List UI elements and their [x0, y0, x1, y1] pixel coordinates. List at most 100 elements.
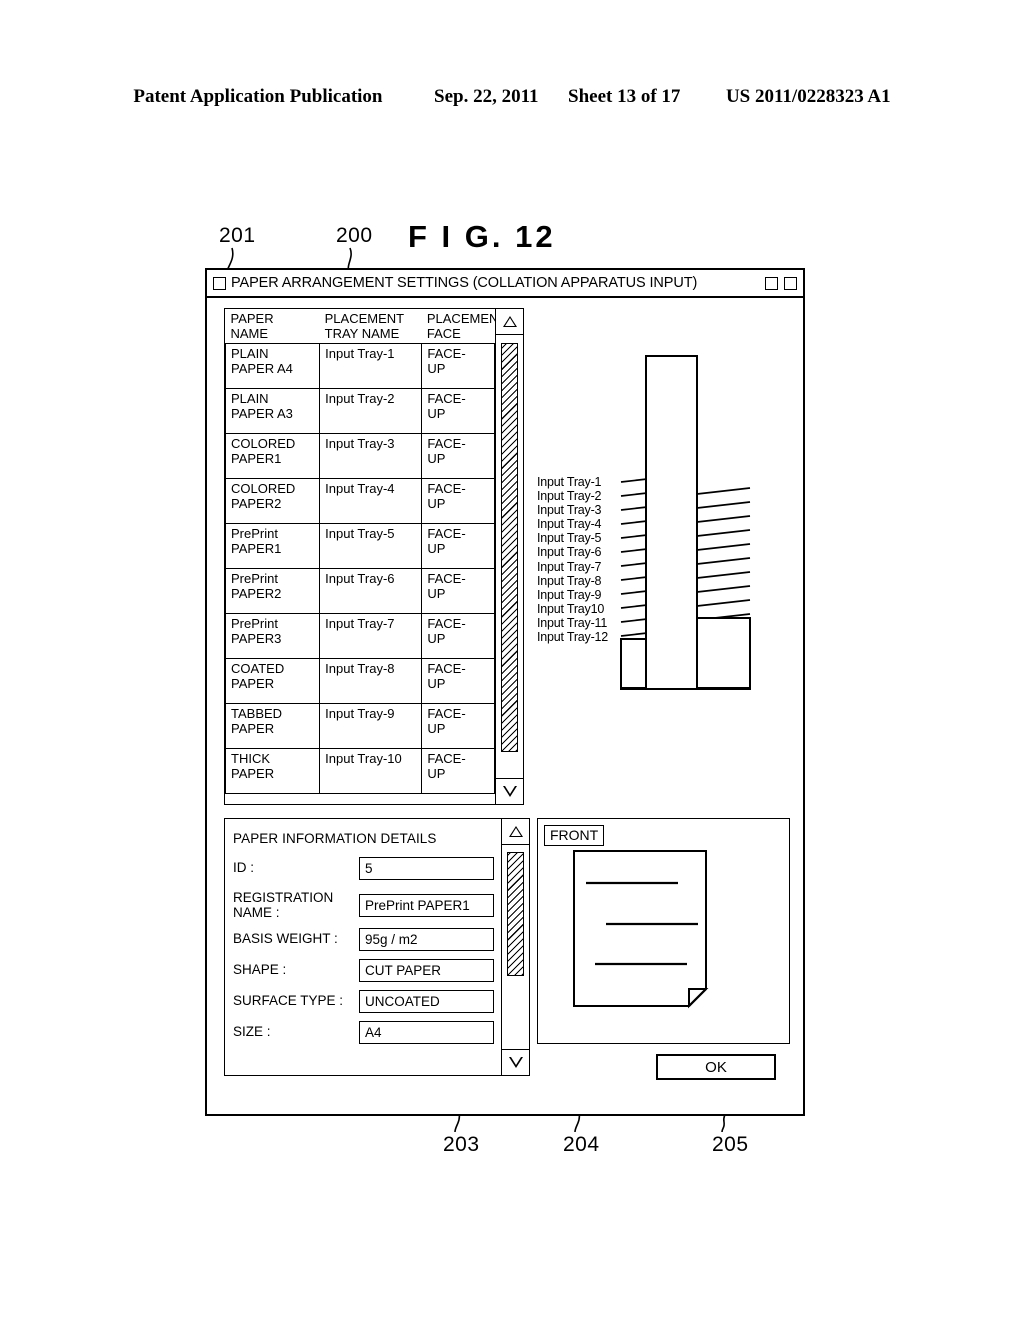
detail-field-row: SHAPE : CUT PAPER — [233, 958, 501, 983]
line-2: PAPER3 — [231, 631, 282, 647]
window-body: PAPER NAME PLACEMENT TRAY NAME PLACEMENT… — [207, 298, 803, 1114]
cell-placement-tray-name: Input Tray-7 — [319, 613, 423, 660]
column-header-placement-tray-name: PLACEMENT TRAY NAME — [320, 309, 422, 344]
table-row[interactable]: COATED PAPER Input Tray-8 FACE- UP — [225, 658, 495, 705]
window-controls — [765, 276, 797, 290]
table-row[interactable]: PrePrint PAPER2 Input Tray-6 FACE- UP — [225, 568, 495, 615]
ok-button[interactable]: OK — [656, 1054, 776, 1080]
line-2: UP — [427, 406, 446, 422]
cell-placement-face: FACE- UP — [421, 748, 495, 795]
tray-diagram: Input Tray-1 Input Tray-2 Input Tray-3 Inpu… — [537, 308, 790, 805]
line-2: PAPER — [231, 676, 275, 692]
column-header-placement-face: PLACEMENT FACE — [422, 309, 495, 344]
detail-field-label: REGISTRATION NAME : — [233, 890, 359, 920]
line-2: PAPER2 — [231, 586, 282, 602]
scroll-down-button[interactable] — [502, 1049, 529, 1075]
system-menu-icon[interactable] — [213, 276, 226, 290]
header-line-2: NAME — [230, 325, 269, 341]
detail-field-value[interactable]: A4 — [359, 1021, 494, 1044]
cell-placement-face: FACE- UP — [421, 658, 495, 705]
cell-paper-name: PrePrint PAPER2 — [225, 568, 321, 615]
cell-placement-tray-name: Input Tray-6 — [319, 568, 423, 615]
detail-field-value[interactable]: 95g / m2 — [359, 928, 494, 951]
cell-placement-face: FACE- UP — [421, 388, 495, 435]
line-1: FACE- — [427, 706, 466, 722]
cell-paper-name: THICK PAPER — [225, 748, 321, 795]
scroll-up-button[interactable] — [496, 309, 523, 335]
line-1: THICK — [231, 751, 270, 767]
line-1: FACE- — [427, 436, 466, 452]
cell-placement-tray-name: Input Tray-3 — [319, 433, 423, 480]
line-1: PLAIN — [231, 346, 269, 362]
details-title: PAPER INFORMATION DETAILS — [233, 831, 437, 846]
line-1: FACE- — [427, 346, 466, 362]
header-line-2: FACE — [426, 325, 461, 341]
table-row[interactable]: COLORED PAPER2 Input Tray-4 FACE- UP — [225, 478, 495, 525]
cell-placement-face: FACE- UP — [421, 343, 495, 390]
cell-placement-tray-name: Input Tray-1 — [319, 343, 423, 390]
minimize-icon[interactable] — [765, 276, 778, 290]
detail-field-value[interactable]: PrePrint PAPER1 — [359, 893, 494, 917]
paper-table-viewport: PAPER NAME PLACEMENT TRAY NAME PLACEMENT… — [225, 309, 496, 804]
line-1: PrePrint — [231, 571, 278, 587]
detail-field-value[interactable]: 5 — [359, 857, 494, 880]
window-titlebar: PAPER ARRANGEMENT SETTINGS (COLLATION AP… — [207, 270, 803, 298]
line-1: FACE- — [427, 571, 466, 587]
details-scrollbar[interactable] — [502, 819, 529, 1075]
cell-paper-name: PrePrint PAPER1 — [225, 523, 321, 570]
table-row[interactable]: PrePrint PAPER3 Input Tray-7 FACE- UP — [225, 613, 495, 660]
scrollbar-thumb[interactable] — [507, 852, 524, 976]
line-2: UP — [427, 541, 446, 557]
cell-placement-face: FACE- UP — [421, 568, 495, 615]
cell-placement-tray-name: Input Tray-9 — [319, 703, 423, 750]
table-row[interactable]: TABBED PAPER Input Tray-9 FACE- UP — [225, 703, 495, 750]
table-row[interactable]: PLAIN PAPER A4 Input Tray-1 FACE- UP — [225, 343, 495, 390]
scrollbar-thumb[interactable] — [501, 343, 518, 752]
header-line-2: TRAY NAME — [324, 325, 400, 341]
detail-field-label: ID : — [233, 860, 255, 876]
cell-paper-name: PrePrint PAPER3 — [225, 613, 321, 660]
cell-paper-name: COATED PAPER — [225, 658, 321, 705]
triangle-down-icon — [502, 786, 517, 797]
cell-placement-tray-name: Input Tray-4 — [319, 478, 423, 525]
line-2: UP — [427, 676, 446, 692]
detail-field-row: SURFACE TYPE : UNCOATED — [233, 989, 501, 1014]
detail-field-value[interactable]: UNCOATED — [359, 990, 494, 1013]
detail-field-row: BASIS WEIGHT : 95g / m2 — [233, 927, 501, 952]
details-viewport: PAPER INFORMATION DETAILS ID :5 REGISTRAT… — [225, 819, 502, 1075]
line-1: TABBED — [231, 706, 283, 722]
detail-field-label: SHAPE : — [233, 962, 287, 978]
line-1: FACE- — [427, 751, 466, 767]
line-2: PAPER2 — [231, 496, 282, 512]
label-line-2: NAME : — [233, 905, 280, 920]
table-row[interactable]: COLORED PAPER1 Input Tray-3 FACE- UP — [225, 433, 495, 480]
line-2: UP — [427, 586, 446, 602]
cell-placement-tray-name: Input Tray-2 — [319, 388, 423, 435]
line-2: UP — [427, 496, 446, 512]
header-line-1: PLACEMENT — [324, 311, 405, 326]
scroll-up-button[interactable] — [502, 819, 529, 845]
cell-placement-tray-name: Input Tray-10 — [319, 748, 423, 795]
line-1: COLORED — [231, 481, 296, 497]
table-row[interactable]: PLAIN PAPER A3 Input Tray-2 FACE- UP — [225, 388, 495, 435]
paper-table-scrollbar[interactable] — [496, 309, 523, 804]
line-1: FACE- — [427, 481, 466, 497]
cell-placement-face: FACE- UP — [421, 478, 495, 525]
detail-field-value[interactable]: CUT PAPER — [359, 959, 494, 982]
cell-paper-name: COLORED PAPER1 — [225, 433, 321, 480]
tray-diagram-graphic — [620, 355, 751, 690]
line-2: PAPER1 — [231, 541, 282, 557]
table-row[interactable]: PrePrint PAPER1 Input Tray-5 FACE- UP — [225, 523, 495, 570]
cell-paper-name: TABBED PAPER — [225, 703, 321, 750]
table-row[interactable]: THICK PAPER Input Tray-10 FACE- UP — [225, 748, 495, 795]
line-1: PrePrint — [231, 526, 278, 542]
preview-page-graphic — [573, 850, 709, 1009]
maximize-icon[interactable] — [784, 276, 797, 290]
detail-field-row: REGISTRATION NAME : PrePrint PAPER1 — [233, 887, 501, 923]
line-1: FACE- — [427, 391, 466, 407]
line-2: PAPER — [231, 766, 275, 782]
scroll-down-button[interactable] — [496, 778, 523, 804]
triangle-down-icon — [508, 1057, 523, 1068]
line-2: PAPER1 — [231, 451, 282, 467]
triangle-up-icon — [508, 826, 523, 837]
